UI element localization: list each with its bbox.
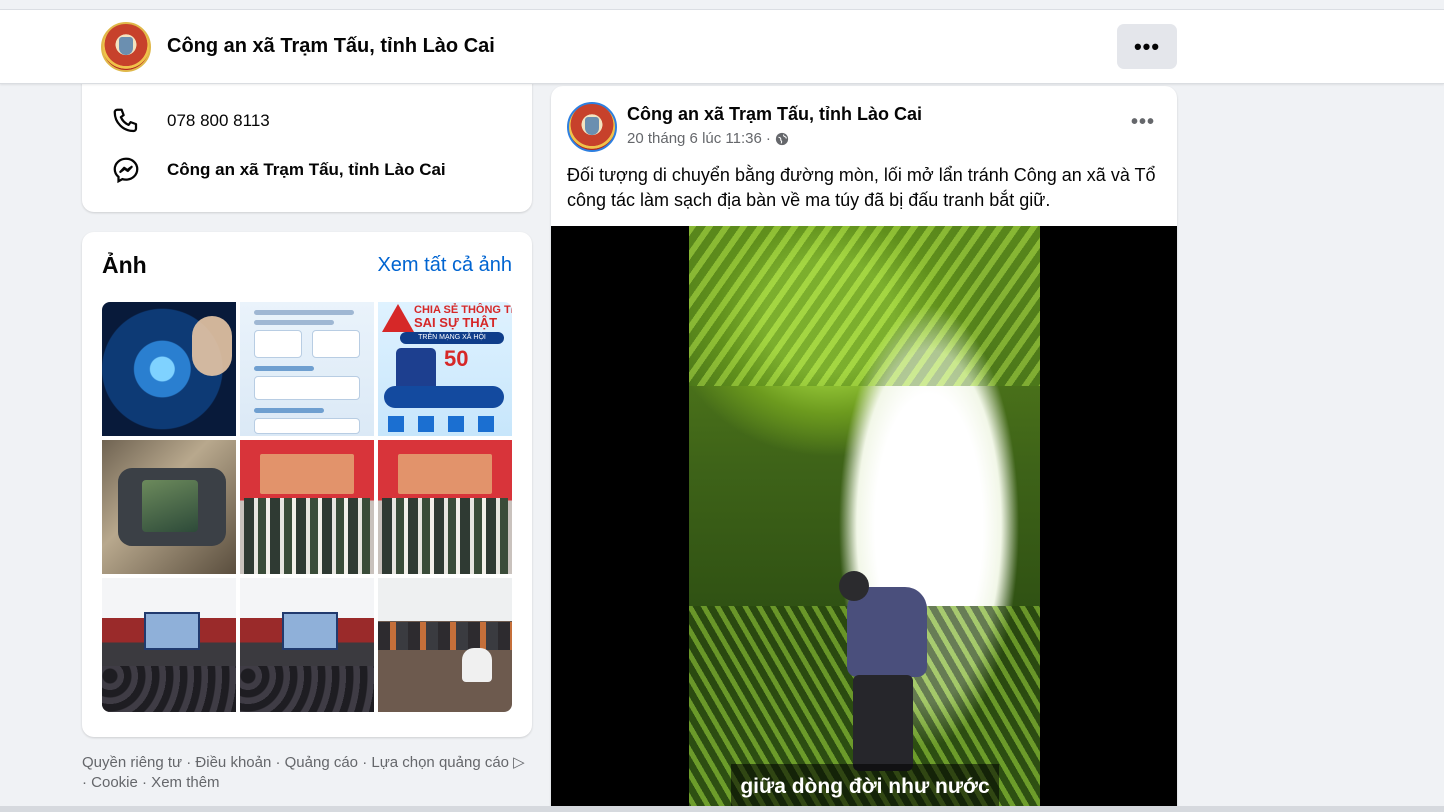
photo-thumbnail[interactable]: [378, 578, 512, 712]
warning-icon: [382, 304, 414, 332]
intro-messenger-row: Công an xã Trạm Tấu, tỉnh Lào Cai: [110, 154, 446, 186]
poster-icons: [388, 416, 502, 432]
see-all-photos-link[interactable]: Xem tất cả ảnh: [377, 254, 512, 277]
photo-thumbnail[interactable]: [240, 302, 374, 436]
intro-phone-row: 078 800 8113: [110, 105, 270, 137]
phone-number[interactable]: 078 800 8113: [167, 111, 270, 131]
poster-banner: TRÊN MẠNG XÃ HỘI: [400, 332, 504, 344]
page-title[interactable]: Công an xã Trạm Tấu, tỉnh Lào Cai: [167, 35, 495, 58]
post-timestamp[interactable]: 20 tháng 6 lúc 11:36: [627, 130, 762, 147]
photo-thumbnail[interactable]: CHIA SẺ THÔNG TIN SAI SỰ THẬT TRÊN MẠNG …: [378, 302, 512, 436]
phone-icon: [110, 105, 142, 137]
post-author-name[interactable]: Công an xã Trạm Tấu, tỉnh Lào Cai: [627, 104, 922, 125]
post-meta: 20 tháng 6 lúc 11:36 ·: [627, 130, 789, 147]
post-author-avatar[interactable]: [567, 102, 617, 152]
messenger-name[interactable]: Công an xã Trạm Tấu, tỉnh Lào Cai: [167, 160, 446, 180]
photo-grid: CHIA SẺ THÔNG TIN SAI SỰ THẬT TRÊN MẠNG …: [102, 302, 512, 712]
poster-headline: SAI SỰ THẬT: [414, 315, 498, 330]
post-options-button[interactable]: •••: [1131, 112, 1155, 132]
poster-callout: [384, 386, 504, 408]
poster-number: 50: [444, 346, 469, 371]
video-frame: [689, 226, 1040, 812]
browser-top-strip: [0, 0, 1444, 10]
bottom-edge: [0, 806, 1444, 812]
page-avatar[interactable]: [101, 22, 151, 72]
photo-thumbnail[interactable]: [102, 578, 236, 712]
photo-thumbnail[interactable]: [240, 440, 374, 574]
footer-links[interactable]: Quyền riêng tư · Điều khoản · Quảng cáo …: [82, 753, 532, 793]
photos-title: Ảnh: [102, 252, 147, 278]
post-card: Công an xã Trạm Tấu, tỉnh Lào Cai 20 thá…: [551, 86, 1177, 812]
photo-thumbnail[interactable]: [102, 302, 236, 436]
video-caption: giữa dòng đời như nước: [731, 764, 999, 810]
foliage-top: [689, 226, 1040, 386]
post-video[interactable]: giữa dòng đời như nước: [551, 226, 1177, 812]
photo-thumbnail[interactable]: [240, 578, 374, 712]
post-text: Đối tượng di chuyển bằng đường mòn, lối …: [567, 165, 1156, 210]
messenger-icon: [110, 154, 142, 186]
photo-thumbnail[interactable]: [102, 440, 236, 574]
globe-icon: [775, 132, 789, 146]
more-options-button[interactable]: •••: [1117, 24, 1177, 69]
meta-separator: ·: [765, 130, 771, 147]
photos-card: Ảnh Xem tất cả ảnh CHIA SẺ THÔNG TIN SAI…: [82, 232, 532, 737]
person-figure: [839, 571, 931, 771]
page-header-bar: Công an xã Trạm Tấu, tỉnh Lào Cai •••: [0, 10, 1444, 84]
photo-thumbnail[interactable]: [378, 440, 512, 574]
